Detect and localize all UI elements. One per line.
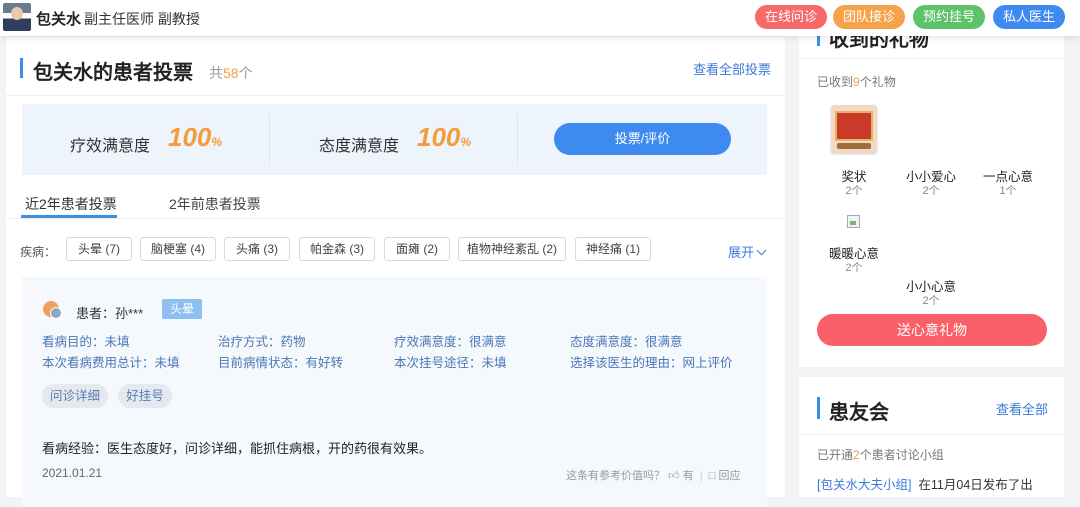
disease-chip[interactable]: 头痛 (3) [224, 237, 290, 261]
community-title: 患友会 [829, 402, 889, 424]
private-doctor-button[interactable]: 私人医生 [993, 5, 1065, 29]
doctor-name[interactable]: 包关水 [36, 8, 81, 29]
review-pill-tag: 问诊详细 [42, 384, 108, 408]
broken-image-icon [847, 215, 860, 228]
tab-recent-2-years[interactable]: 近2年患者投票 [25, 194, 117, 214]
disease-chip[interactable]: 面瘫 (2) [384, 237, 450, 261]
disease-tag[interactable]: 头晕 [162, 299, 203, 319]
review-info-item: 目前病情状态：有好转 [218, 356, 344, 370]
useful-yes-button[interactable]: 有 [683, 470, 694, 482]
award-certificate-icon [831, 105, 877, 153]
patient-community-card: 患友会 查看全部 已开通2个患者讨论小组 [包关水大夫小组] 在11月04日发布… [799, 377, 1064, 497]
separator [517, 114, 518, 164]
patient-votes-card: 包关水的患者投票 共58个 查看全部投票 疗效满意度 100% 态度满意度 10… [6, 37, 785, 507]
efficacy-number: 100 [168, 122, 212, 152]
gift-count: 2个 [845, 185, 863, 197]
attitude-number: 100 [417, 122, 461, 152]
vote-count: 共58个 [209, 63, 253, 83]
received-suffix: 个礼物 [859, 75, 896, 89]
received-prefix: 已收到 [817, 75, 854, 89]
review-info-item: 疗效满意度：很满意 [394, 335, 507, 349]
disease-chip[interactable]: 帕金森 (3) [299, 237, 375, 261]
usefulness-bar: 这条有参考价值吗？ 👍︎ 有 | □ 回应 [566, 470, 741, 482]
appointment-button[interactable]: 预约挂号 [913, 5, 985, 29]
opened-prefix: 已开通 [817, 448, 854, 462]
top-bar: 包关水 副主任医师 副教授 在线问诊 团队接诊 预约挂号 私人医生 [0, 0, 1080, 36]
efficacy-value: 100% [168, 122, 222, 153]
patient-name: 患者：孙*** [76, 306, 144, 321]
vote-count-suffix: 个 [238, 65, 253, 81]
attitude-label: 态度满意度 [319, 138, 400, 155]
opened-suffix: 个患者讨论小组 [859, 448, 944, 462]
reply-button[interactable]: 回应 [718, 470, 740, 482]
vote-count-prefix: 共 [209, 65, 223, 81]
review-info-item: 态度满意度：很满意 [570, 335, 683, 349]
thumbs-up-icon[interactable]: 👍︎ [668, 470, 680, 482]
groups-opened-count: 已开通2个患者讨论小组 [817, 446, 944, 463]
disease-label: 疾病： [20, 245, 57, 259]
attitude-value: 100% [417, 122, 471, 153]
online-consult-button[interactable]: 在线问诊 [755, 5, 827, 29]
gifts-card: 收到的礼物 已收到9个礼物 奖状 2个 小小爱心 2个 一点心意 1个 暖暖心意… [799, 0, 1064, 367]
separator [269, 114, 270, 164]
expand-label: 展开 [728, 245, 755, 260]
send-gift-button[interactable]: 送心意礼物 [817, 314, 1047, 346]
title-divider [799, 434, 1064, 435]
view-all-community-link[interactable]: 查看全部 [996, 399, 1048, 418]
opened-number: 2 [853, 448, 860, 462]
patient-avatar-icon [43, 301, 62, 319]
satisfaction-panel: 疗效满意度 100% 态度满意度 100% 投票/评价 [22, 104, 767, 175]
review-info-item: 本次挂号途径：未填 [394, 356, 507, 370]
doctor-title: 副主任医师 副教授 [84, 11, 200, 27]
doctor-avatar[interactable] [3, 3, 31, 31]
review-info-item: 看病目的：未填 [42, 335, 130, 349]
review-date: 2021.01.21 [42, 466, 103, 480]
efficacy-percent: % [211, 135, 223, 149]
review-info-item: 治疗方式：药物 [218, 335, 306, 349]
view-all-votes-link[interactable]: 查看全部投票 [693, 59, 771, 78]
gift-count: 2个 [922, 295, 940, 307]
group-post-text[interactable]: 在11月04日发布了出 [918, 478, 1032, 492]
gift-count: 2个 [845, 262, 863, 274]
group-post-item: [包关水大夫小组] 在11月04日发布了出 [817, 474, 1033, 493]
disease-chip[interactable]: 头晕 (7) [66, 237, 132, 261]
review-pill-tag: 好挂号 [118, 384, 172, 408]
tab-older-than-2-years[interactable]: 2年前患者投票 [169, 194, 261, 214]
votes-title: 包关水的患者投票 [33, 62, 193, 84]
expand-diseases-button[interactable]: 展开 [728, 242, 767, 261]
group-link[interactable]: [包关水大夫小组] [817, 478, 911, 492]
efficacy-label: 疗效满意度 [70, 138, 151, 155]
vote-count-number: 58 [223, 65, 239, 81]
title-divider [6, 95, 785, 96]
gift-count: 2个 [922, 185, 940, 197]
vote-review-button[interactable]: 投票/评价 [554, 123, 731, 155]
review-experience: 看病经验：医生态度好，问诊详细，能抓住病根，开的药很有效果。 [42, 441, 433, 456]
review-info-item: 本次看病费用总计：未填 [42, 356, 180, 370]
team-consult-button[interactable]: 团队接诊 [833, 5, 905, 29]
chevron-down-icon [756, 245, 767, 256]
tab-divider [6, 218, 785, 219]
comment-icon[interactable]: □ [709, 470, 716, 482]
gift-received-count: 已收到9个礼物 [817, 73, 896, 90]
attitude-percent: % [460, 135, 472, 149]
disease-chip[interactable]: 植物神经紊乱 (2) [458, 237, 566, 261]
title-accent-bar [817, 397, 820, 419]
gift-count: 1个 [999, 185, 1017, 197]
disease-chip[interactable]: 神经痛 (1) [575, 237, 651, 261]
received-number: 9 [853, 75, 860, 89]
usefulness-question: 这条有参考价值吗？ [566, 470, 665, 482]
title-divider [799, 58, 1064, 59]
review-card: 患者：孙*** 头晕 看病目的：未填 治疗方式：药物 疗效满意度：很满意 态度满… [22, 277, 767, 507]
title-accent-bar [20, 58, 23, 78]
review-info-item: 选择该医生的理由：网上评价 [570, 356, 733, 370]
disease-chip[interactable]: 脑梗塞 (4) [140, 237, 216, 261]
